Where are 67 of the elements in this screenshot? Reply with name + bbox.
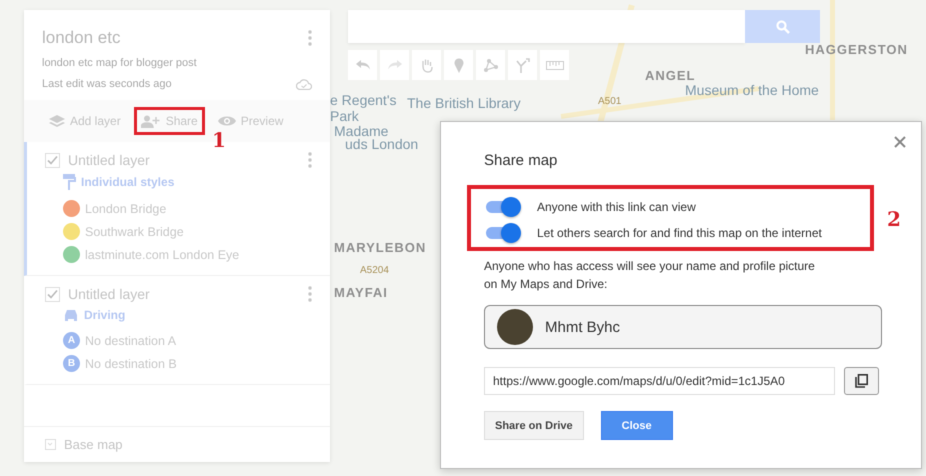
undo-button[interactable] bbox=[348, 50, 377, 80]
toggle-switch[interactable] bbox=[484, 223, 521, 243]
notice-text: Anyone who has access will see your name and profile picture on My Maps and Drive: bbox=[484, 258, 816, 293]
search-field[interactable] bbox=[348, 10, 745, 43]
search-icon bbox=[776, 20, 790, 34]
pin-icon bbox=[454, 58, 464, 72]
redo-icon bbox=[388, 60, 402, 70]
undo-icon bbox=[356, 60, 370, 70]
fork-arrow-icon bbox=[516, 58, 530, 72]
close-button[interactable] bbox=[893, 136, 907, 150]
more-options-icon[interactable] bbox=[308, 152, 312, 168]
link-field[interactable]: https://www.google.com/maps/d/u/0/edit?mid=1c1J5A0 bbox=[484, 367, 836, 395]
map-label: uds London bbox=[345, 136, 418, 152]
map-label: ANGEL bbox=[645, 68, 696, 83]
place-marker-icon: A bbox=[63, 332, 80, 349]
add-person-icon bbox=[140, 114, 161, 128]
cloud-check-icon bbox=[296, 78, 312, 90]
redo-button[interactable] bbox=[380, 50, 409, 80]
layer-name[interactable]: Untitled layer bbox=[68, 286, 150, 302]
share-on-drive-button[interactable]: Share on Drive bbox=[484, 411, 584, 440]
car-icon bbox=[63, 308, 79, 322]
map-title[interactable]: london etc bbox=[42, 28, 120, 48]
ruler-icon bbox=[546, 60, 564, 70]
map-label: Madame bbox=[334, 123, 388, 139]
layer-style-link[interactable]: Individual styles bbox=[81, 175, 174, 189]
map-label: MAYFAI bbox=[334, 285, 388, 300]
map-description[interactable]: london etc map for blogger post bbox=[42, 57, 312, 69]
toggle-label: Let others search for and find this map on the internet bbox=[537, 226, 822, 240]
marker-button[interactable] bbox=[444, 50, 473, 80]
step-number: 2 bbox=[887, 207, 901, 231]
directions-button[interactable] bbox=[508, 50, 537, 80]
map-label: MARYLEBON bbox=[334, 240, 426, 255]
layer-checkbox[interactable] bbox=[45, 152, 60, 168]
map-label: Museum of the Home bbox=[685, 82, 819, 98]
base-map-label[interactable]: Base map bbox=[64, 437, 123, 452]
map-label: A5204 bbox=[360, 265, 389, 276]
layer-style-link[interactable]: Driving bbox=[84, 308, 126, 322]
close-dialog-button[interactable]: Close bbox=[600, 411, 673, 440]
toggle-switch[interactable] bbox=[484, 197, 521, 217]
map-label: e Regent's bbox=[330, 92, 396, 108]
eye-icon bbox=[218, 115, 236, 127]
map-label: A501 bbox=[598, 96, 622, 107]
user-name: Mhmt Byhc bbox=[545, 318, 620, 336]
toggle-label: Anyone with this link can view bbox=[537, 200, 696, 214]
copy-icon bbox=[855, 374, 868, 388]
layer-checkbox[interactable] bbox=[45, 286, 60, 302]
map-label: Park bbox=[330, 108, 359, 124]
map-label: HAGGERSTON bbox=[805, 42, 908, 57]
avatar-circle bbox=[497, 309, 533, 345]
more-options-icon[interactable] bbox=[308, 286, 312, 302]
layers-icon bbox=[49, 115, 65, 127]
draw-line-button[interactable] bbox=[476, 50, 505, 80]
measure-button[interactable] bbox=[540, 50, 569, 80]
layer-name[interactable]: Untitled layer bbox=[68, 152, 150, 168]
dialog-title: Share map bbox=[484, 152, 558, 169]
save-status: Last edit was seconds ago bbox=[42, 78, 172, 90]
more-options-icon[interactable] bbox=[308, 30, 312, 46]
copy-button[interactable] bbox=[844, 367, 879, 395]
close-icon bbox=[894, 136, 906, 148]
place-marker-icon: B bbox=[63, 355, 80, 372]
paint-roller-icon bbox=[63, 174, 76, 190]
pan-tool-button[interactable] bbox=[412, 50, 441, 80]
base-map-icon bbox=[45, 439, 56, 450]
search-button[interactable] bbox=[745, 10, 820, 43]
polyline-icon bbox=[483, 58, 498, 72]
map-label: The British Library bbox=[407, 95, 521, 111]
hand-icon bbox=[420, 58, 432, 72]
